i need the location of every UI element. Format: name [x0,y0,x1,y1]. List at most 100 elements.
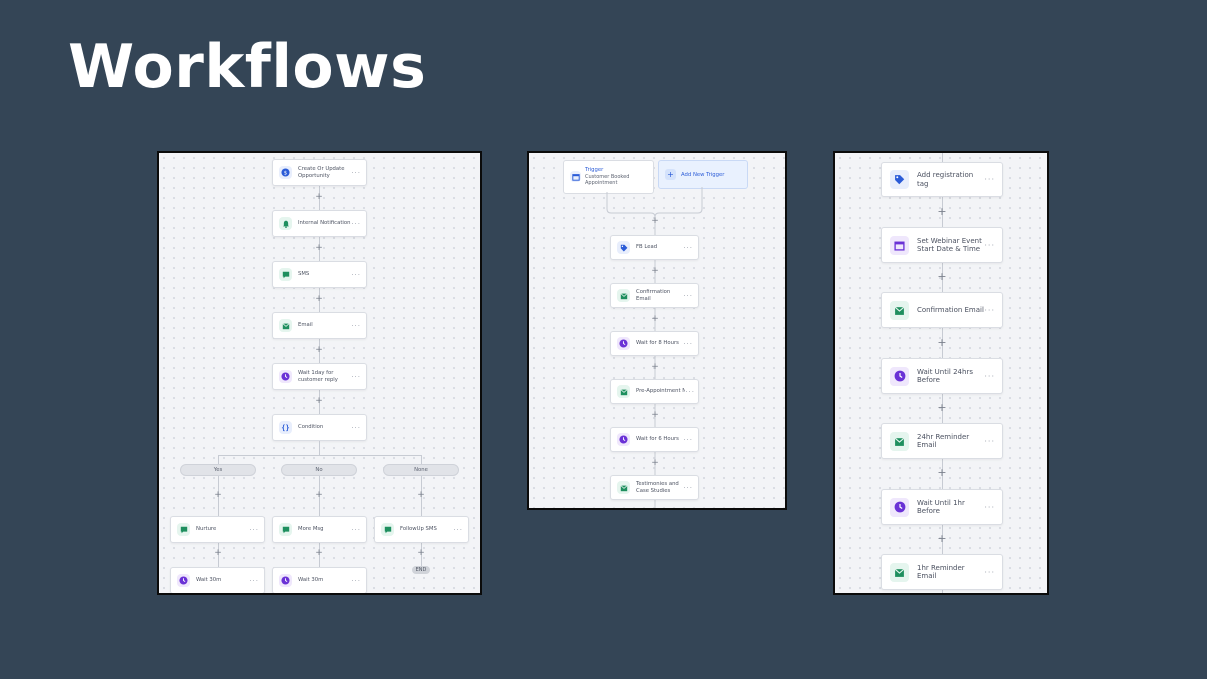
clock-icon [279,574,292,587]
step-card[interactable]: Wait 30m ··· [170,567,265,593]
add-step-button[interactable]: + [315,295,324,304]
more-menu-button[interactable]: ··· [351,526,361,534]
email-icon [617,385,630,398]
step-card[interactable]: Wait 1day for customer reply ··· [272,363,367,390]
clock-icon [617,433,630,446]
more-menu-button[interactable]: ··· [351,271,361,279]
step-card[interactable]: Wait Until 24hrs Before ··· [881,358,1003,394]
more-menu-button[interactable]: ··· [351,373,361,381]
add-step-button[interactable]: + [315,193,324,202]
step-card[interactable]: Internal Notification ··· [272,210,367,237]
more-menu-button[interactable]: ··· [249,526,259,534]
add-step-button[interactable]: + [417,491,426,500]
more-menu-button[interactable]: ··· [351,577,361,585]
more-menu-button[interactable]: ··· [351,424,361,432]
step-label: Wait Until 24hrs Before [917,367,973,384]
add-step-button[interactable]: + [936,467,948,479]
step-card[interactable]: Add registration tag ··· [881,162,1003,197]
add-step-button[interactable]: + [214,491,223,500]
add-step-button[interactable]: + [315,346,324,355]
add-step-button[interactable]: + [417,549,426,558]
more-menu-button[interactable]: ··· [685,388,695,396]
more-menu-button[interactable]: ··· [984,437,995,446]
end-marker: END [412,566,430,574]
more-menu-button[interactable]: ··· [453,526,463,534]
step-card[interactable]: More Msg ··· [272,516,367,543]
step-card[interactable]: $ Create Or Update Opportunity ··· [272,159,367,186]
add-step-button[interactable]: + [315,549,324,558]
branch-label-yes[interactable]: Yes [180,464,256,476]
step-card[interactable]: 24hr Reminder Email ··· [881,423,1003,459]
step-label: Wait for 6 Hours [636,436,679,443]
sms-icon [279,268,292,281]
step-label: Confirmation Email [636,289,671,302]
more-menu-button[interactable]: ··· [984,175,995,184]
workflow-canvas-appointment[interactable]: Trigger Customer Booked Appointment + Ad… [527,151,787,510]
add-step-button[interactable]: + [651,459,660,468]
step-card[interactable]: 1hr Reminder Email ··· [881,554,1003,590]
more-menu-button[interactable]: ··· [984,306,995,315]
step-label: Internal Notification [298,220,351,227]
more-menu-button[interactable]: ··· [351,322,361,330]
more-menu-button[interactable]: ··· [683,436,693,444]
add-step-button[interactable]: + [315,244,324,253]
step-label: Wait 1day for customer reply [298,370,338,383]
step-card[interactable]: Testimonies and Case Studies ··· [610,475,699,500]
step-card[interactable]: FollowUp SMS ··· [374,516,469,543]
email-icon [279,319,292,332]
workflow-canvas-webinar[interactable]: + + + + + + Add registration tag ··· Set… [833,151,1049,595]
add-step-button[interactable]: + [936,402,948,414]
clock-icon [177,574,190,587]
add-step-button[interactable]: + [936,337,948,349]
step-label: Wait Until 1hr Before [917,498,965,515]
add-step-button[interactable]: + [936,533,948,545]
more-menu-button[interactable]: ··· [249,577,259,585]
clock-icon [617,337,630,350]
more-menu-button[interactable]: ··· [351,220,361,228]
step-card[interactable]: FB Lead ··· [610,235,699,260]
add-step-button[interactable]: + [214,549,223,558]
email-icon [890,300,909,320]
step-card[interactable]: Wait for 8 Hours ··· [610,331,699,356]
add-step-button[interactable]: + [651,217,660,226]
add-step-button[interactable]: + [651,315,660,324]
step-label: Wait 30m [298,577,324,584]
more-menu-button[interactable]: ··· [683,244,693,252]
step-card[interactable]: Nurture ··· [170,516,265,543]
step-card[interactable]: Wait for 6 Hours ··· [610,427,699,452]
more-menu-button[interactable]: ··· [351,169,361,177]
step-card[interactable]: Confirmation Email ··· [881,292,1003,328]
add-step-button[interactable]: + [315,397,324,406]
email-icon [617,481,630,494]
more-menu-button[interactable]: ··· [984,372,995,381]
add-step-button[interactable]: + [651,411,660,420]
branch-label-no[interactable]: No [281,464,357,476]
more-menu-button[interactable]: ··· [683,484,693,492]
more-menu-button[interactable]: ··· [984,241,995,250]
step-card[interactable]: Email ··· [272,312,367,339]
step-label: Nurture [196,526,217,533]
step-card[interactable]: Confirmation Email ··· [610,283,699,308]
add-step-button[interactable]: + [936,206,948,218]
branch-connector [218,455,421,456]
page-title: Workflows [68,32,427,102]
step-card-condition[interactable]: {} Condition ··· [272,414,367,441]
step-card[interactable]: Pre-Appointment Nurturing ··· [610,379,699,404]
workflow-canvas-opportunity[interactable]: + + + + + $ Create Or Update Opportunity… [157,151,482,595]
add-step-button[interactable]: + [651,267,660,276]
add-step-button[interactable]: + [315,491,324,500]
more-menu-button[interactable]: ··· [683,292,693,300]
more-menu-button[interactable]: ··· [984,568,995,577]
add-step-button[interactable]: + [936,271,948,283]
step-label: FB Lead [636,244,658,251]
step-card[interactable]: SMS ··· [272,261,367,288]
more-menu-button[interactable]: ··· [683,340,693,348]
step-card[interactable]: Wait 30m ··· [272,567,367,593]
step-label: FollowUp SMS [400,526,437,533]
add-step-button[interactable]: + [651,363,660,372]
more-menu-button[interactable]: ··· [984,503,995,512]
step-card[interactable]: Wait Until 1hr Before ··· [881,489,1003,525]
step-card[interactable]: Set Webinar Event Start Date & Time ··· [881,227,1003,263]
branch-label-none[interactable]: None [383,464,459,476]
step-label: Wait for 8 Hours [636,340,679,347]
